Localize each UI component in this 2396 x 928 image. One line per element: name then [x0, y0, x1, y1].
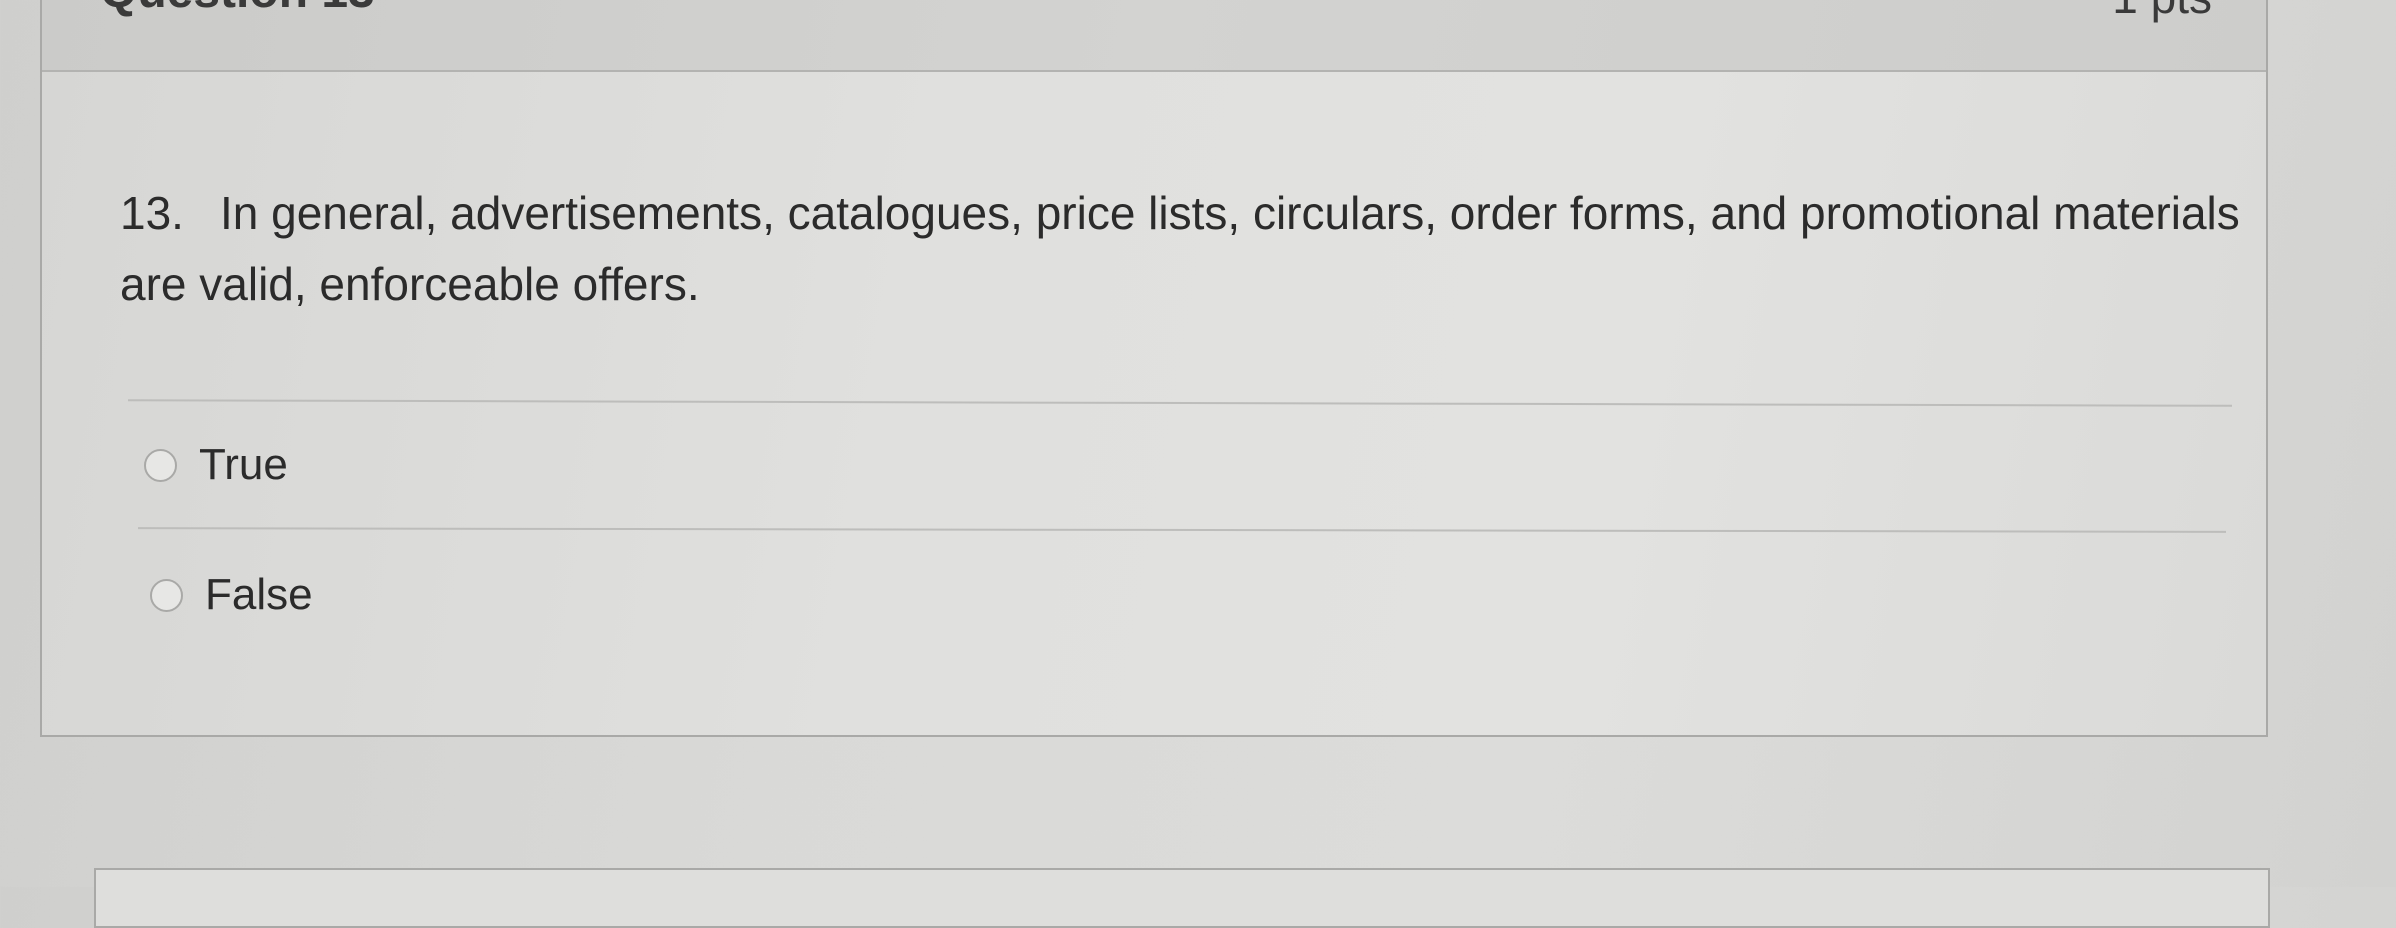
question-points: 1 pts — [2112, 0, 2212, 24]
question-header: Question 13 1 pts — [42, 0, 2266, 72]
question-body: In general, advertisements, catalogues, … — [120, 187, 2240, 310]
question-number: 13. — [120, 187, 184, 239]
question-card: Question 13 1 pts 13.In general, adverti… — [40, 0, 2268, 737]
question-prompt: 13. In general, advertisements, catalogue… — [120, 178, 2240, 320]
question-title: Question 13 — [100, 0, 375, 19]
radio-true[interactable] — [144, 448, 177, 482]
answer-option-false[interactable]: False — [150, 565, 313, 625]
answer-option-true[interactable]: True — [144, 435, 288, 495]
answer-divider — [128, 399, 2232, 407]
answer-label-true: True — [199, 440, 288, 489]
answer-label-false: False — [205, 570, 313, 619]
radio-false[interactable] — [150, 578, 183, 612]
next-question-card — [94, 868, 2270, 928]
answer-divider — [137, 527, 2227, 533]
